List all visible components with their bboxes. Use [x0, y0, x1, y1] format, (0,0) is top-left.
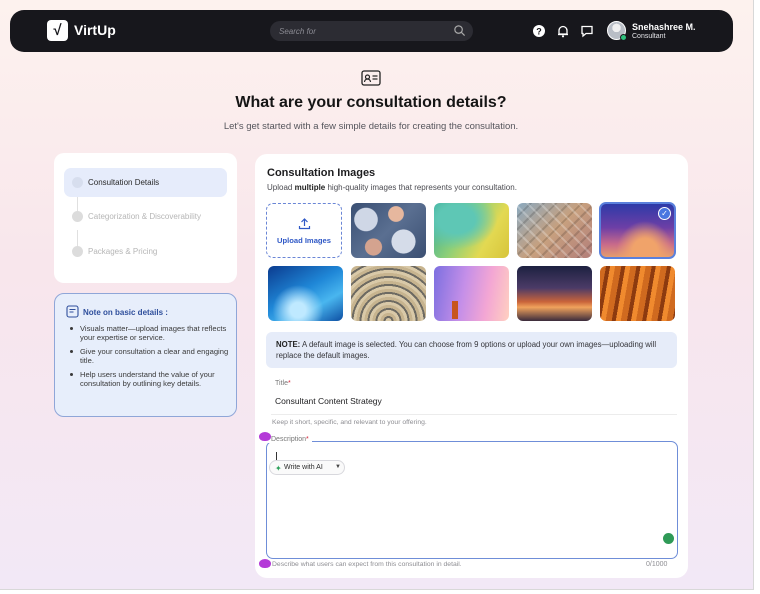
- default-image-note: NOTE: A default image is selected. You c…: [266, 332, 677, 368]
- image-option[interactable]: [517, 266, 592, 321]
- search-icon[interactable]: [453, 24, 466, 37]
- image-option[interactable]: [600, 266, 675, 321]
- step-packages-pricing[interactable]: Packages & Pricing: [64, 237, 227, 266]
- chevron-down-icon: ▼: [335, 464, 341, 470]
- page-title: What are your consultation details?: [235, 94, 507, 111]
- page-subtitle: Let's get started with a few simple deta…: [223, 121, 519, 132]
- check-icon: ✓: [658, 207, 671, 220]
- note-item: Visuals matter—upload images that reflec…: [68, 324, 230, 343]
- sparkle-icon: ✦: [275, 464, 282, 473]
- note-list: Visuals matter—upload images that reflec…: [68, 324, 230, 392]
- message-icon[interactable]: [580, 24, 594, 38]
- image-option[interactable]: [517, 203, 592, 258]
- step-indicator: [72, 246, 83, 257]
- extension-marker-icon[interactable]: [259, 559, 271, 568]
- page-background: √ VirtUp ? Snehashree M. Consultant: [0, 0, 754, 590]
- logo-icon[interactable]: √: [47, 20, 68, 41]
- search-bar[interactable]: [270, 21, 473, 41]
- step-indicator: [72, 177, 83, 188]
- section-title: Consultation Images: [267, 167, 376, 179]
- write-with-ai-button[interactable]: ✦ Write with AI ▼: [269, 460, 345, 475]
- svg-text:?: ?: [536, 27, 542, 37]
- note-icon: [66, 305, 79, 318]
- note-item: Give your consultation a clear and engag…: [68, 347, 230, 366]
- steps-panel: Consultation Details Categorization & Di…: [54, 153, 237, 283]
- id-card-icon: [361, 70, 381, 86]
- image-option[interactable]: [351, 266, 426, 321]
- section-subtitle: Upload multiple high-quality images that…: [267, 183, 517, 192]
- step-label: Categorization & Discoverability: [88, 212, 201, 221]
- user-role: Consultant: [632, 33, 666, 40]
- consultation-form: Consultation Images Upload multiple high…: [255, 154, 688, 578]
- step-categorization[interactable]: Categorization & Discoverability: [64, 202, 227, 231]
- character-counter: 0/1000: [646, 561, 668, 568]
- bell-icon[interactable]: [556, 24, 570, 38]
- user-name[interactable]: Snehashree M.: [632, 22, 696, 32]
- step-label: Packages & Pricing: [88, 247, 158, 256]
- upload-label: Upload Images: [276, 236, 331, 245]
- image-option[interactable]: [268, 266, 343, 321]
- step-consultation-details[interactable]: Consultation Details: [64, 168, 227, 197]
- upload-images-button[interactable]: Upload Images: [266, 203, 342, 258]
- top-navigation-bar: √ VirtUp ? Snehashree M. Consultant: [10, 10, 733, 52]
- search-input[interactable]: [279, 24, 439, 38]
- image-option[interactable]: [351, 203, 426, 258]
- title-hint: Keep it short, specific, and relevant to…: [272, 419, 427, 426]
- help-icon[interactable]: ?: [532, 24, 546, 38]
- ai-button-label: Write with AI: [284, 464, 323, 471]
- online-status-dot: [620, 34, 627, 41]
- image-option[interactable]: [434, 266, 509, 321]
- step-label: Consultation Details: [88, 178, 160, 187]
- note-item: Help users understand the value of your …: [68, 370, 230, 389]
- note-panel: Note on basic details : Visuals matter—u…: [54, 293, 237, 417]
- title-label: Title*: [275, 380, 291, 387]
- step-indicator: [72, 211, 83, 222]
- description-field[interactable]: [266, 441, 678, 559]
- title-input[interactable]: [275, 394, 655, 408]
- image-option[interactable]: [434, 203, 509, 258]
- description-label: Description*: [268, 436, 312, 443]
- upload-icon: [298, 218, 311, 230]
- extension-marker-icon[interactable]: [259, 432, 271, 441]
- logo-text[interactable]: VirtUp: [74, 22, 116, 38]
- grammar-assistant-icon[interactable]: [663, 533, 674, 544]
- note-title: Note on basic details :: [83, 308, 168, 317]
- description-hint: Describe what users can expect from this…: [272, 561, 462, 568]
- image-option-selected[interactable]: ✓: [599, 202, 676, 259]
